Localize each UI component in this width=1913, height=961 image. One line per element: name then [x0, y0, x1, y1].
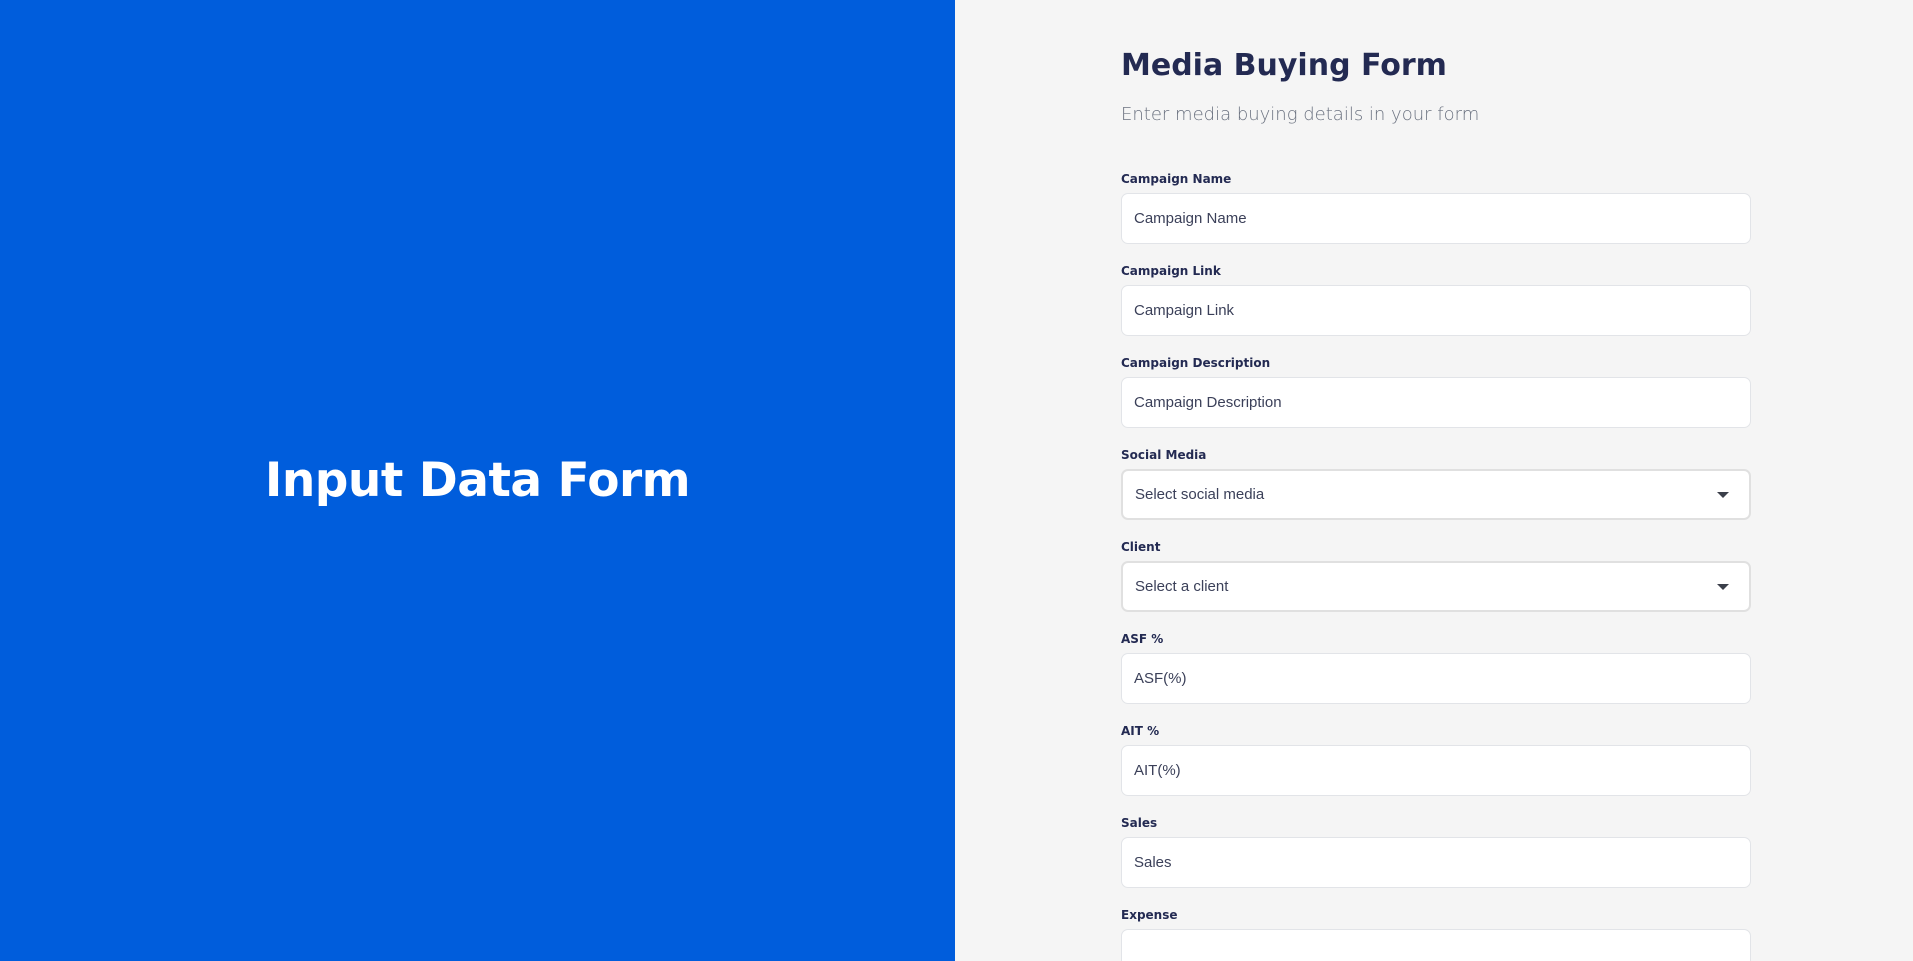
ait-placeholder: AIT(%): [1134, 762, 1181, 779]
form-fields: Campaign Name Campaign Name Campaign Lin…: [1121, 172, 1751, 961]
field-ait: AIT % AIT(%): [1121, 724, 1751, 796]
form-title: Media Buying Form: [1121, 48, 1447, 83]
chevron-down-icon: [1717, 491, 1729, 498]
field-asf: ASF % ASF(%): [1121, 632, 1751, 704]
asf-placeholder: ASF(%): [1134, 670, 1187, 687]
campaign-link-input[interactable]: Campaign Link: [1121, 285, 1751, 336]
ait-input[interactable]: AIT(%): [1121, 745, 1751, 796]
form-panel: Media Buying Form Enter media buying det…: [955, 0, 1913, 961]
field-campaign-name: Campaign Name Campaign Name: [1121, 172, 1751, 244]
campaign-description-placeholder: Campaign Description: [1134, 394, 1282, 411]
campaign-description-input[interactable]: Campaign Description: [1121, 377, 1751, 428]
sales-placeholder: Sales: [1134, 854, 1172, 871]
sales-input[interactable]: Sales: [1121, 837, 1751, 888]
campaign-name-placeholder: Campaign Name: [1134, 210, 1247, 227]
asf-input[interactable]: ASF(%): [1121, 653, 1751, 704]
field-client: Client Select a client: [1121, 540, 1751, 612]
media-buying-form: Media Buying Form Enter media buying det…: [1121, 46, 1751, 961]
field-campaign-link: Campaign Link Campaign Link: [1121, 264, 1751, 336]
field-campaign-description: Campaign Description Campaign Descriptio…: [1121, 356, 1751, 428]
campaign-name-label: Campaign Name: [1121, 172, 1232, 186]
client-select[interactable]: Select a client: [1121, 561, 1751, 612]
campaign-name-input[interactable]: Campaign Name: [1121, 193, 1751, 244]
client-label: Client: [1121, 540, 1161, 554]
hero-panel: Input Data Form: [0, 0, 955, 961]
client-selected-value: Select a client: [1135, 578, 1229, 595]
ait-label: AIT %: [1121, 724, 1160, 738]
social-media-select[interactable]: Select social media: [1121, 469, 1751, 520]
hero-title: Input Data Form: [264, 453, 691, 508]
sales-label: Sales: [1121, 816, 1158, 830]
form-subtitle: Enter media buying details in your form: [1121, 104, 1480, 125]
field-expense: Expense: [1121, 908, 1751, 961]
social-media-label: Social Media: [1121, 448, 1207, 462]
field-sales: Sales Sales: [1121, 816, 1751, 888]
campaign-description-label: Campaign Description: [1121, 356, 1271, 370]
field-social-media: Social Media Select social media: [1121, 448, 1751, 520]
page: Input Data Form Media Buying Form Enter …: [0, 0, 1913, 961]
campaign-link-placeholder: Campaign Link: [1134, 302, 1235, 319]
expense-input[interactable]: [1121, 929, 1751, 961]
expense-label: Expense: [1121, 908, 1178, 922]
asf-label: ASF %: [1121, 632, 1164, 646]
campaign-link-label: Campaign Link: [1121, 264, 1221, 278]
social-media-selected-value: Select social media: [1135, 486, 1265, 503]
chevron-down-icon: [1717, 583, 1729, 590]
